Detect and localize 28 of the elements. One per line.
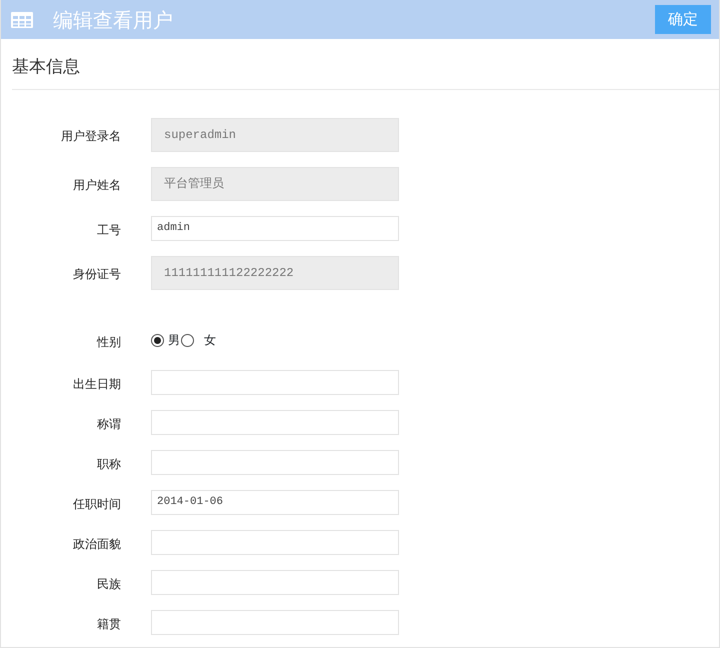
field-label: 身份证号	[72, 266, 121, 283]
table-icon	[11, 12, 33, 28]
radio-button[interactable]	[181, 334, 194, 346]
section-title: 基本信息	[12, 55, 719, 90]
field-label: 出生日期	[72, 376, 121, 392]
input-field[interactable]	[151, 450, 399, 474]
field-label: 籍贯	[96, 616, 121, 632]
field-label: 工号	[96, 222, 121, 238]
input-field[interactable]	[151, 370, 399, 394]
field-label: 性别	[96, 334, 121, 350]
page-title: 编辑查看用户	[53, 6, 174, 34]
confirm-button[interactable]: 确定	[655, 5, 711, 34]
field-label: 政治面貌	[72, 536, 121, 552]
field-label: 任职时间	[72, 496, 121, 512]
radio-label: 男	[168, 332, 180, 349]
radio-label: 女	[204, 332, 216, 349]
field-label: 用户姓名	[72, 177, 121, 194]
field-label: 用户登录名	[60, 128, 121, 145]
input-field[interactable]: 2014-01-06	[151, 490, 399, 514]
field-label: 民族	[96, 576, 121, 592]
field-label: 职称	[96, 456, 121, 472]
input-field[interactable]: admin	[151, 216, 399, 240]
input-field[interactable]	[151, 570, 399, 594]
input-field[interactable]	[151, 610, 399, 634]
radio-button[interactable]	[151, 334, 164, 346]
input-field[interactable]	[151, 530, 399, 554]
input-field[interactable]	[151, 410, 399, 434]
field-label: 称谓	[96, 416, 121, 432]
